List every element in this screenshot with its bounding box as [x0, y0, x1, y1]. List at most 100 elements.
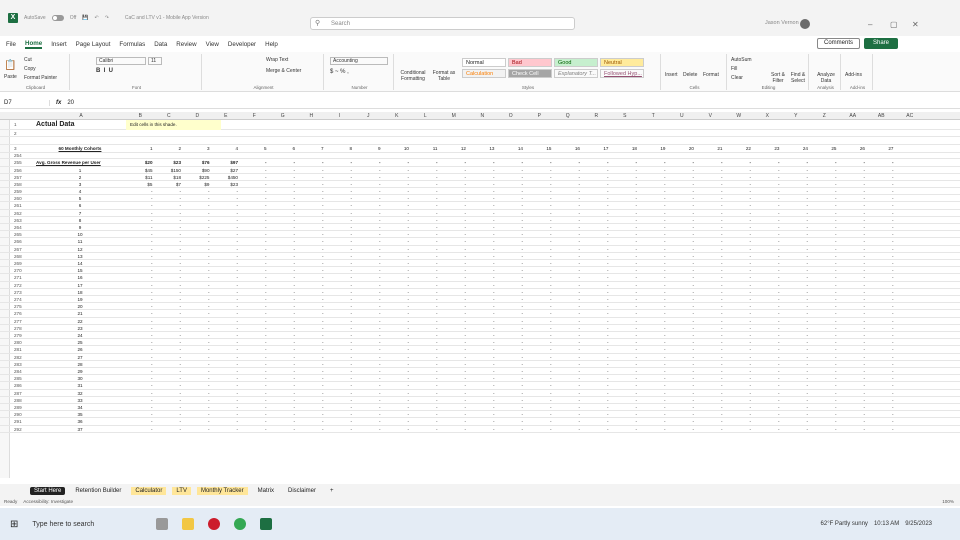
data-cell[interactable]: -	[411, 274, 438, 281]
number-format-select[interactable]: Accounting	[330, 57, 388, 65]
data-cell[interactable]: -	[867, 188, 894, 195]
data-cell[interactable]: -	[725, 174, 751, 181]
data-cell[interactable]: -	[782, 346, 808, 353]
data-cell[interactable]: -	[696, 375, 723, 382]
data-cell[interactable]: -	[725, 296, 751, 303]
data-cell[interactable]: -	[440, 310, 466, 317]
data-cell[interactable]: -	[611, 361, 637, 368]
data-cell[interactable]: -	[782, 167, 808, 174]
data-cell[interactable]: -	[525, 167, 552, 174]
data-cell[interactable]: -	[383, 167, 409, 174]
data-cell[interactable]: -	[212, 361, 238, 368]
data-cell[interactable]: -	[497, 231, 523, 238]
data-cell[interactable]: -	[411, 390, 438, 397]
data-cell[interactable]: -	[810, 390, 837, 397]
row-number[interactable]: 280	[14, 339, 32, 346]
data-cell[interactable]: -	[611, 310, 637, 317]
cohort-label[interactable]: 4	[36, 188, 124, 195]
data-cell[interactable]: -	[639, 217, 666, 224]
data-cell[interactable]: -	[639, 361, 666, 368]
data-cell[interactable]: -	[240, 390, 267, 397]
data-cell[interactable]: -	[240, 426, 267, 433]
tab-developer[interactable]: Developer	[228, 41, 256, 48]
data-cell[interactable]: -	[240, 217, 267, 224]
data-cell[interactable]: -	[668, 217, 694, 224]
data-cell[interactable]: -	[554, 217, 580, 224]
data-cell[interactable]: -	[639, 167, 666, 174]
merge-center-button[interactable]: Merge & Center	[266, 68, 301, 74]
cohort-number[interactable]: 18	[611, 145, 637, 152]
data-cell[interactable]: -	[611, 289, 637, 296]
data-cell[interactable]: -	[839, 202, 865, 209]
data-cell[interactable]: -	[582, 361, 609, 368]
cohort-number[interactable]: 16	[554, 145, 580, 152]
data-cell[interactable]: -	[668, 238, 694, 245]
data-cell[interactable]: -	[411, 174, 438, 181]
data-cell[interactable]: -	[354, 404, 381, 411]
data-cell[interactable]: -	[411, 217, 438, 224]
data-cell[interactable]: -	[497, 202, 523, 209]
data-cell[interactable]: -	[326, 303, 352, 310]
data-cell[interactable]: -	[183, 318, 210, 325]
data-cell[interactable]: -	[440, 282, 466, 289]
data-cell[interactable]: -	[554, 202, 580, 209]
data-cell[interactable]: -	[297, 181, 324, 188]
data-cell[interactable]: -	[867, 246, 894, 253]
data-cell[interactable]: -	[839, 231, 865, 238]
data-cell[interactable]: -	[212, 274, 238, 281]
data-cell[interactable]: -	[497, 210, 523, 217]
data-cell[interactable]: -	[411, 202, 438, 209]
data-cell[interactable]: -	[582, 390, 609, 397]
data-cell[interactable]: -	[867, 167, 894, 174]
data-cell[interactable]: -	[753, 339, 780, 346]
cohort-label[interactable]: 15	[36, 267, 124, 274]
data-cell[interactable]: -	[440, 238, 466, 245]
data-cell[interactable]: -	[668, 397, 694, 404]
data-cell[interactable]: -	[696, 318, 723, 325]
format-painter-button[interactable]: Format Painter	[24, 75, 57, 81]
data-cell[interactable]: -	[411, 418, 438, 425]
avg-revenue-value[interactable]: $97	[212, 159, 238, 166]
task-view-icon[interactable]	[156, 518, 169, 530]
data-cell[interactable]: -	[696, 382, 723, 389]
data-cell[interactable]: -	[554, 332, 580, 339]
data-cell[interactable]: -	[839, 375, 865, 382]
data-cell[interactable]: -	[297, 332, 324, 339]
data-cell[interactable]: -	[582, 411, 609, 418]
data-cell[interactable]: -	[326, 260, 352, 267]
data-cell[interactable]: -	[468, 310, 495, 317]
data-cell[interactable]: -	[525, 238, 552, 245]
data-cell[interactable]: -	[696, 390, 723, 397]
data-cell[interactable]: -	[696, 167, 723, 174]
data-cell[interactable]: -	[326, 253, 352, 260]
data-cell[interactable]: -	[696, 310, 723, 317]
data-cell[interactable]: -	[525, 282, 552, 289]
data-cell[interactable]: -	[867, 217, 894, 224]
data-cell[interactable]: -	[810, 354, 837, 361]
data-cell[interactable]: -	[468, 217, 495, 224]
data-cell[interactable]: -	[611, 174, 637, 181]
cohort-label[interactable]: 35	[36, 411, 124, 418]
data-cell[interactable]: -	[810, 188, 837, 195]
data-cell[interactable]: -	[839, 418, 865, 425]
data-cell[interactable]: -	[497, 282, 523, 289]
data-cell[interactable]: -	[867, 332, 894, 339]
data-cell[interactable]: -	[126, 303, 153, 310]
data-cell[interactable]: -	[440, 210, 466, 217]
data-cell[interactable]: -	[411, 325, 438, 332]
data-cell[interactable]: -	[611, 188, 637, 195]
data-cell[interactable]: -	[240, 339, 267, 346]
data-cell[interactable]: -	[525, 346, 552, 353]
cohorts-label[interactable]: 60 Monthly Cohorts	[36, 145, 124, 152]
worksheet-grid[interactable]: 1 Actual Data Edit cells in this shade. 2 3 6…	[0, 120, 960, 478]
data-cell[interactable]: -	[810, 346, 837, 353]
data-cell[interactable]: -	[383, 188, 409, 195]
avg-revenue-value[interactable]: -	[497, 159, 523, 166]
cohort-number[interactable]: 27	[867, 145, 893, 152]
data-cell[interactable]: -	[753, 274, 780, 281]
data-cell[interactable]: -	[269, 296, 295, 303]
data-cell[interactable]: -	[810, 253, 837, 260]
data-cell[interactable]: -	[867, 224, 894, 231]
data-cell[interactable]: -	[582, 397, 609, 404]
data-cell[interactable]: -	[867, 397, 894, 404]
